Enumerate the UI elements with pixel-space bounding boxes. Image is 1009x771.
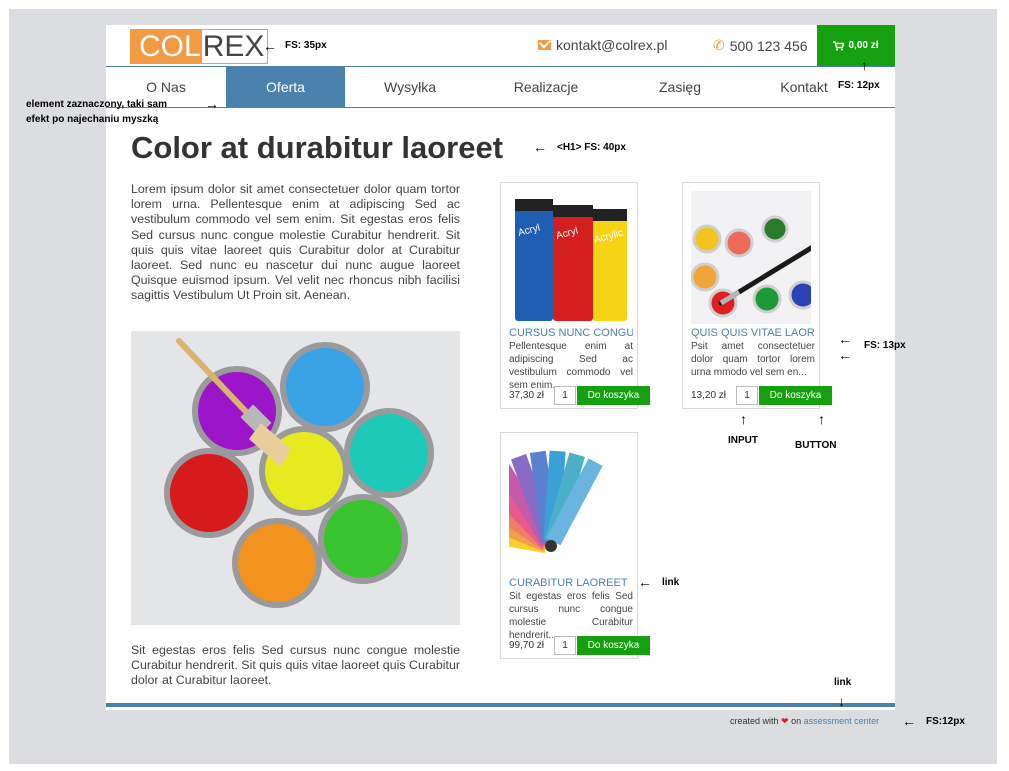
product-title-link[interactable]: QUIS QUIS VITAE LAOREET [691, 327, 815, 339]
phone-icon: ✆ [713, 37, 725, 53]
cart-total: 0,00 zł [848, 40, 879, 51]
page: COL REX kontakt@colrex.pl ✆ 500 123 456 … [106, 25, 895, 710]
cart-button[interactable]: 0,00 zł [817, 25, 895, 66]
product-card: CURABITUR LAOREET Sit egestas eros felis… [500, 432, 650, 659]
product-card: Acryl Acryl Acrylic CURSUS NUNC CONGUE P… [500, 182, 650, 409]
annotation-arrow-left: ← [638, 574, 652, 590]
annotation-arrow-left: ← [533, 139, 547, 155]
assessment-center-link[interactable]: assessment center [804, 716, 880, 726]
annotation-arrow-left: ← [838, 347, 852, 363]
product-description: Psit amet consectetuer dolor quam tortor… [691, 341, 815, 378]
product-card: QUIS QUIS VITAE LAOREET Psit amet consec… [682, 182, 832, 409]
nav-item-oferta[interactable]: Oferta [226, 67, 345, 108]
annotation-arrow-right: → [205, 96, 219, 112]
annotation-arrow-left: ← [838, 331, 852, 347]
annotation-fs12-cart: FS: 12px [838, 80, 880, 91]
product-title-link[interactable]: CURSUS NUNC CONGUE [509, 327, 633, 339]
contact-email[interactable]: kontakt@colrex.pl [538, 37, 667, 53]
quantity-input[interactable] [736, 386, 758, 405]
credits-text-on: on [791, 716, 802, 726]
annotation-hover-line1: element zaznaczony, taki sam [26, 99, 167, 110]
phone-text: 500 123 456 [729, 37, 808, 54]
product-image[interactable]: Acryl Acryl Acrylic [509, 191, 629, 324]
mail-icon [538, 40, 551, 50]
annotation-fs12-footer: FS:12px [926, 716, 965, 727]
annotation-button: BUTTON [795, 440, 837, 451]
product-price: 99,70 zł [509, 640, 545, 651]
footer-divider [106, 703, 895, 707]
add-to-cart-button[interactable]: Do koszyka [759, 386, 832, 405]
nav-item-realizacje[interactable]: Realizacje [486, 67, 606, 108]
annotation-arrow-up: ↑ [818, 411, 825, 427]
annotation-fs13: FS: 13px [864, 340, 906, 351]
annotation-arrow-left: ← [902, 713, 916, 729]
email-text: kontakt@colrex.pl [556, 37, 668, 53]
contact-phone[interactable]: ✆ 500 123 456 [713, 37, 808, 54]
add-to-cart-button[interactable]: Do koszyka [577, 386, 650, 405]
annotation-arrow-up: ↑ [861, 57, 868, 73]
quantity-input[interactable] [554, 386, 576, 405]
product-title-link[interactable]: CURABITUR LAOREET [509, 577, 633, 589]
nav-item-wysylka[interactable]: Wysyłka [350, 67, 470, 108]
annotation-link-footer: link [834, 677, 852, 688]
quantity-input[interactable] [554, 636, 576, 655]
nav-item-zasieg[interactable]: Zasięg [620, 67, 740, 108]
product-description: Sit egestas eros felis Sed cursus nunc c… [509, 591, 633, 641]
paint-cans-image [131, 331, 460, 625]
main-nav: O Nas Oferta Wysyłka Realizacje Zasięg K… [106, 67, 895, 108]
annotation-hover-line2: efekt po najechaniu myszką [26, 114, 159, 125]
annotation-input: INPUT [728, 435, 758, 446]
footer-credits: created with ❤ on assessment center [730, 716, 879, 727]
annotation-arrow-down: ↓ [838, 693, 845, 709]
credits-text: created with [730, 716, 779, 726]
heart-icon: ❤ [781, 716, 789, 726]
add-to-cart-button[interactable]: Do koszyka [577, 636, 650, 655]
product-price: 37,30 zł [509, 390, 545, 401]
product-price: 13,20 zł [691, 390, 727, 401]
annotation-link-card: link [662, 577, 680, 588]
product-description: Pellentesque enim at adipiscing Sed ac v… [509, 341, 633, 391]
logo[interactable]: COL REX [130, 29, 268, 64]
cart-icon [833, 40, 845, 51]
logo-part2: REX [202, 30, 265, 63]
logo-part1: COL [131, 30, 202, 63]
product-image[interactable] [509, 441, 629, 574]
tail-paragraph: Sit egestas eros felis Sed cursus nunc c… [131, 643, 460, 688]
lead-paragraph: Lorem ipsum dolor sit amet consectetuer … [131, 182, 460, 303]
annotation-arrow-up: ↑ [740, 411, 747, 427]
annotation-fs35: FS: 35px [285, 40, 327, 51]
product-image[interactable] [691, 191, 811, 324]
annotation-h1: <H1> FS: 40px [557, 142, 626, 153]
nav-item-kontakt[interactable]: Kontakt [764, 67, 844, 108]
annotation-arrow-left: ← [263, 38, 277, 54]
page-title: Color at durabitur laoreet [131, 130, 504, 165]
